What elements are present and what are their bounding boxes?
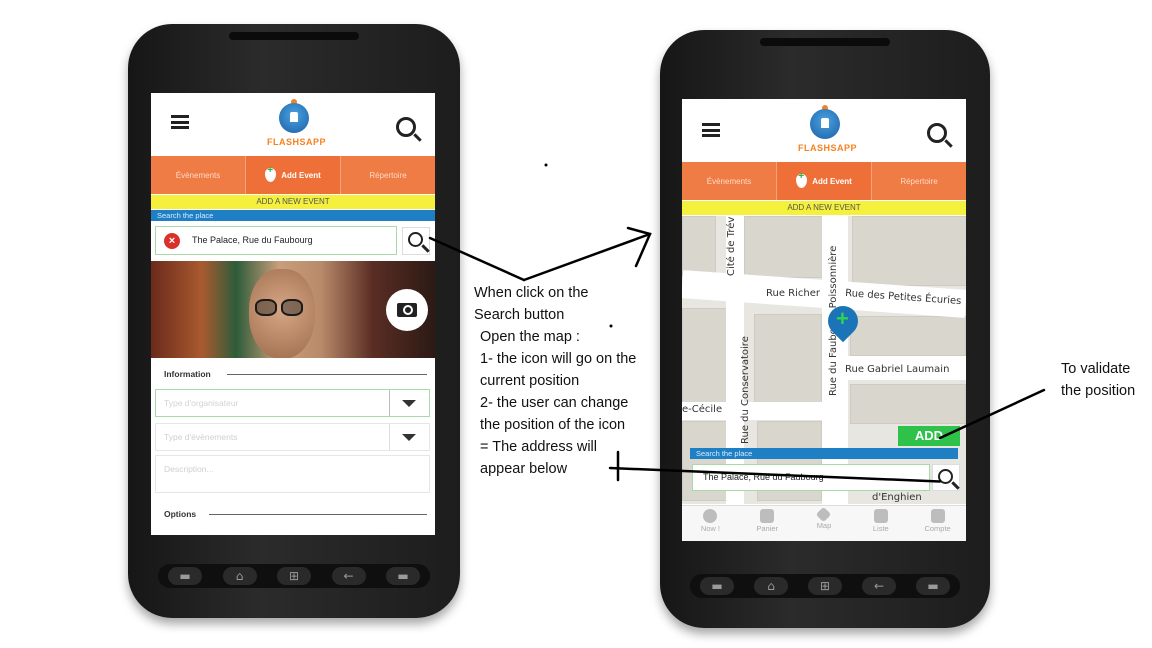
- note-line: the position of the icon: [480, 417, 626, 433]
- note-line: the position: [1061, 383, 1136, 399]
- note-line: appear below: [480, 461, 568, 477]
- search-annotation: When click on the Search button Open the…: [474, 282, 636, 480]
- stray-dot: [544, 163, 548, 167]
- arrow-validate: [938, 388, 1046, 440]
- validate-annotation: To validate the position: [1061, 358, 1135, 402]
- note-line: 1- the icon will go on the: [480, 351, 637, 367]
- arrow-note-to-address: [608, 466, 941, 483]
- note-line: Search button: [474, 307, 565, 323]
- note-line: 2- the user can change: [480, 395, 629, 411]
- note-line: To validate: [1061, 361, 1131, 377]
- arrow-search-to-map: [428, 236, 526, 282]
- note-line: current position: [480, 373, 580, 389]
- arrow-search-to-map: [522, 232, 652, 282]
- note-line: When click on the: [474, 285, 589, 301]
- note-line: Open the map :: [480, 329, 580, 345]
- note-line: = The address will: [480, 439, 597, 455]
- arrow-head: [626, 226, 652, 268]
